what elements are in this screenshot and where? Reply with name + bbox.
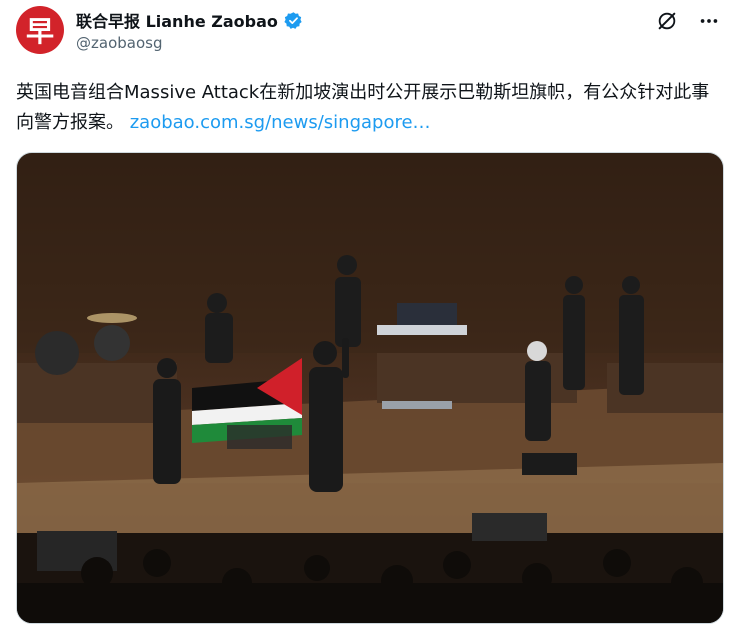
author-row: 联合早报 Lianhe Zaobao bbox=[76, 8, 303, 32]
tweet-photo[interactable] bbox=[16, 152, 724, 624]
concert-stage-photo bbox=[17, 153, 723, 623]
avatar[interactable]: 早 bbox=[16, 6, 64, 54]
verified-badge-icon bbox=[284, 11, 302, 29]
more-icon[interactable] bbox=[698, 10, 720, 32]
handle[interactable]: @zaobaosg bbox=[76, 34, 162, 52]
avatar-glyph: 早 bbox=[25, 15, 54, 48]
display-name[interactable]: 联合早报 Lianhe Zaobao bbox=[76, 8, 278, 32]
top-actions bbox=[656, 10, 720, 32]
tweet-link[interactable]: zaobao.com.sg/news/singapore… bbox=[130, 112, 431, 133]
tweet-text: 英国电音组合Massive Attack在新加坡演出时公开展示巴勒斯坦旗帜，有公… bbox=[16, 78, 720, 138]
grok-icon[interactable] bbox=[656, 10, 678, 32]
